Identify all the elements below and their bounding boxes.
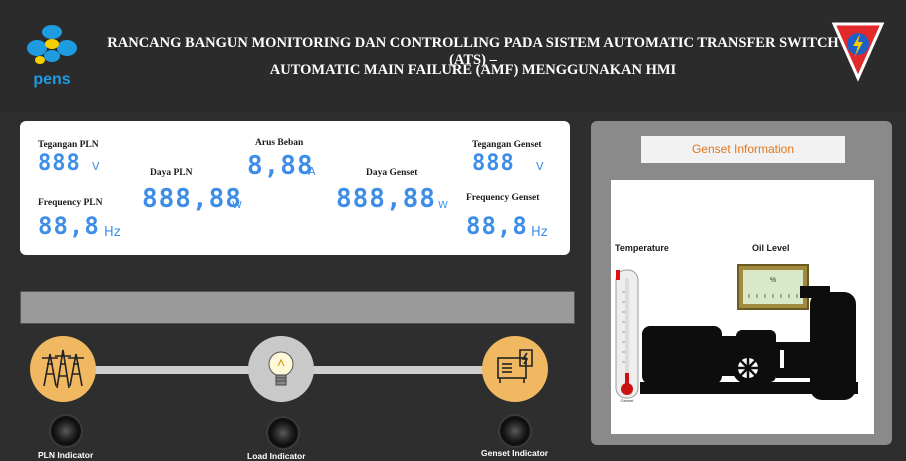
daya-genset-label: Daya Genset [366, 168, 418, 178]
tegangan-genset-unit: V [536, 160, 544, 173]
tegangan-genset-label: Tegangan Genset [472, 140, 542, 150]
load-indicator-lamp [268, 418, 298, 448]
daya-pln-value: 888,88 [142, 184, 242, 214]
arus-beban-unit: A [308, 165, 316, 178]
page-title-line2: AUTOMATIC MAIN FAILURE (AMF) MENGGUNAKAN… [269, 62, 677, 78]
oil-level-label: Oil Level [752, 243, 790, 253]
daya-genset-value: 888,88 [336, 184, 436, 214]
frequency-pln-label: Frequency PLN [38, 198, 103, 208]
load-indicator-label: Load Indicator [247, 451, 306, 461]
arus-beban-label: Arus Beban [255, 138, 304, 148]
tegangan-pln-unit: V [92, 160, 100, 173]
tegangan-pln-value: 888 [38, 151, 81, 176]
genset-indicator-label: Genset Indicator [481, 448, 549, 458]
frequency-pln-unit: Hz [104, 225, 121, 240]
frequency-genset-label: Frequency Genset [466, 193, 540, 203]
frequency-genset-value: 88,8 [466, 212, 528, 240]
oil-gauge-mark: % [770, 277, 776, 284]
status-bar [20, 291, 575, 324]
frequency-pln-value: 88,8 [38, 212, 100, 240]
pln-indicator-label: PLN Indicator [38, 450, 94, 460]
genset-indicator-lamp [500, 416, 530, 446]
genset-info-title: Genset Information [641, 136, 845, 163]
thermometer-caption: Genset [621, 398, 635, 403]
generator-icon [482, 336, 548, 402]
pln-indicator-lamp [51, 416, 81, 446]
pens-logo-text: pens [33, 71, 70, 88]
power-electronics-logo [830, 18, 886, 82]
light-bulb-icon [248, 336, 314, 402]
tegangan-pln-label: Tegangan PLN [38, 140, 99, 150]
daya-pln-unit: W [232, 200, 242, 211]
genset-machine-icon [640, 286, 866, 408]
temperature-label: Temperature [615, 243, 669, 253]
frequency-genset-unit: Hz [531, 225, 548, 240]
pln-tower-icon [30, 336, 96, 402]
tegangan-genset-value: 888 [472, 151, 515, 176]
arus-beban-value: 8,88 [247, 151, 314, 181]
daya-genset-unit: W [438, 200, 448, 211]
thermometer-gauge: Genset [612, 268, 642, 408]
daya-pln-label: Daya PLN [150, 168, 193, 178]
pens-logo: pens [22, 20, 82, 90]
